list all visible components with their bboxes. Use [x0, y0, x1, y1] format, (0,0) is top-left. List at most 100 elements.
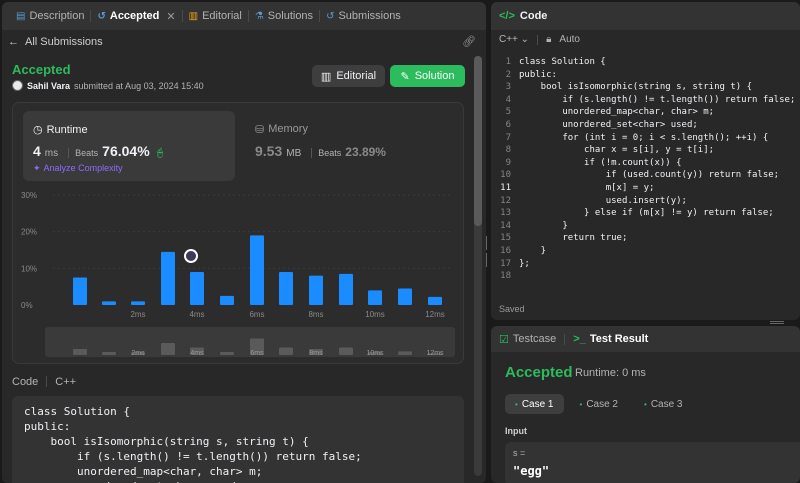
divider [537, 34, 539, 45]
line-number: 13 [500, 208, 511, 219]
line-number: 14 [500, 220, 511, 231]
analyze-complexity-link[interactable]: ✦ Analyze Complexity [33, 163, 123, 174]
code-line: if (s.length() != t.length()) return fal… [24, 450, 362, 463]
code-header: Code C++ [12, 376, 76, 388]
code-line: bool isIsomorphic(string s, string t) { [24, 435, 309, 448]
editor-line[interactable]: 9 if (!m.count(x)) { [491, 157, 800, 170]
editor-line[interactable]: 14 } [491, 220, 800, 233]
close-icon[interactable]: ✕ [166, 10, 175, 23]
editor-code-area[interactable]: 1 class Solution {2 public: 3 bool isIsomor… [491, 56, 800, 283]
tab-accepted[interactable]: ↺ Accepted ✕ [91, 2, 181, 30]
memory-number: 9.53 [255, 143, 283, 159]
author-name[interactable]: Sahil Vara [27, 81, 70, 91]
editor-line[interactable]: 18 [491, 270, 800, 283]
vertical-resize-handle[interactable] [486, 236, 489, 267]
tab-test-result[interactable]: >_ Test Result [573, 333, 648, 345]
tab-description[interactable]: ▤ Description [10, 2, 90, 30]
avatar[interactable] [12, 80, 23, 91]
submitted-time: submitted at Aug 03, 2024 15:40 [74, 80, 204, 91]
runtime-box[interactable]: ◷ Runtime 4 ms Beats 76.04% 🍵︎ ✦ Analyze… [23, 111, 235, 181]
case-tab-3[interactable]: • Case 3 [634, 394, 693, 414]
editor-line[interactable]: 11 m[x] = y; [491, 182, 800, 195]
code-line: unordered_set<char> used; [24, 479, 452, 483]
editor-line[interactable]: 16 } [491, 245, 800, 258]
editor-line[interactable]: 3 bool isIsomorphic(string s, string t) … [491, 81, 800, 94]
memory-label[interactable]: ⛁ Memory [255, 123, 308, 136]
editor-title: Code [519, 10, 548, 22]
runtime-unit: ms [44, 148, 59, 159]
solution-button[interactable]: ✎ Solution [390, 65, 465, 87]
memory-chip-icon: ⛁ [255, 124, 265, 136]
divider [46, 376, 48, 387]
editor-line[interactable]: 15 return true; [491, 232, 800, 245]
code-language: C++ [55, 376, 77, 388]
language-select[interactable]: C++ ⌄ [499, 34, 529, 45]
code-line: unordered_map<char, char> m; [24, 465, 263, 478]
testcase-header: ☑ Testcase >_ Test Result [491, 326, 800, 352]
editor-line[interactable]: 1 class Solution { [491, 56, 800, 69]
chart-bar [428, 296, 442, 305]
auto-mode[interactable]: Auto [559, 34, 580, 45]
editor-line[interactable]: 8 char x = s[i], y = t[i]; [491, 144, 800, 157]
horizontal-resize-handle[interactable] [770, 321, 784, 324]
case-tab-1[interactable]: • Case 1 [505, 394, 564, 414]
overview-bar [398, 351, 412, 355]
line-number: 4 [505, 94, 511, 105]
submission-author: Sahil Vara submitted at Aug 03, 2024 15:… [12, 80, 204, 91]
runtime-label: ◷ Runtime [33, 123, 88, 137]
editor-line[interactable]: 4 if (s.length() != t.length()) return f… [491, 94, 800, 107]
line-number: 6 [505, 119, 511, 130]
sparkle-icon: ✦ [33, 163, 41, 173]
line-number: 1 [505, 57, 511, 67]
all-submissions-link[interactable]: All Submissions [25, 36, 103, 48]
line-number: 10 [500, 170, 511, 181]
submission-subnav: ← All Submissions 🔗︎ [2, 30, 486, 54]
line-text: m[x] = y; [519, 182, 655, 193]
tab-editorial[interactable]: ▥ Editorial [183, 2, 248, 30]
runtime-distribution-chart[interactable]: 30% 20% 10% 0% 2ms 4ms 6ms 8ms 10ms 12ms 2ms 4ms 6ms… [13, 185, 465, 365]
input-label: Input [505, 426, 527, 436]
overview-tick-label: 2ms [131, 350, 145, 357]
editor-line[interactable]: 2 public: [491, 69, 800, 82]
clock-icon: ◷ [33, 124, 43, 136]
performance-card: ◷ Runtime 4 ms Beats 76.04% 🍵︎ ✦ Analyze… [12, 102, 464, 364]
overview-tick-label: 10ms [366, 350, 384, 357]
tab-solutions[interactable]: ⚗ Solutions [249, 2, 319, 30]
line-number: 5 [505, 107, 511, 118]
tab-testcase[interactable]: ☑ Testcase [499, 333, 556, 346]
pass-dot-icon: • [579, 399, 583, 409]
overview-tick-label: 4ms [190, 350, 204, 357]
line-text: if (used.count(y)) return false; [519, 170, 780, 181]
chart-bar [250, 235, 264, 305]
scrollbar-thumb[interactable] [474, 56, 482, 226]
input-value: "egg" [513, 464, 550, 478]
editor-line[interactable]: 17}; [491, 258, 800, 271]
editor-line[interactable]: 12 used.insert(y); [491, 195, 800, 208]
link-icon[interactable]: 🔗︎ [462, 35, 476, 48]
input-box: s = "egg" [505, 442, 800, 483]
editor-line[interactable]: 5 unordered_map<char, char> m; [491, 106, 800, 119]
chart-bar [339, 273, 353, 305]
editor-line[interactable]: 10 if (used.count(y)) return false; [491, 169, 800, 182]
code-label: Code [12, 376, 39, 388]
editor-toolbar: C++ ⌄ 🔒︎ Auto [499, 34, 580, 45]
overview-bar [220, 352, 234, 355]
divider [564, 333, 566, 345]
book-icon: ▥ [320, 70, 332, 83]
chart-bar [398, 288, 412, 305]
editor-line[interactable]: 6 unordered_set<char> used; [491, 119, 800, 132]
chart-bar [368, 290, 382, 305]
back-arrow-icon[interactable]: ← [8, 36, 19, 48]
line-text: used.insert(y); [519, 195, 687, 206]
editor-line[interactable]: 13 } else if (m[x] != y) return false; [491, 207, 800, 220]
editorial-button[interactable]: ▥ Editorial [312, 65, 385, 87]
x-tick-label: 12ms [425, 310, 445, 319]
x-tick-label: 4ms [189, 310, 204, 319]
lock-icon: 🔒︎ [546, 34, 552, 45]
tab-submissions[interactable]: ↺ Submissions [320, 2, 407, 30]
scrollbar[interactable] [474, 56, 482, 476]
case-tab-2[interactable]: • Case 2 [570, 394, 629, 414]
runtime-beats-value: 76.04% [102, 143, 150, 159]
editor-line[interactable]: 7 for (int i = 0; i < s.length(); ++i) { [491, 132, 800, 145]
line-text: if (s.length() != t.length()) return fal… [519, 94, 796, 105]
